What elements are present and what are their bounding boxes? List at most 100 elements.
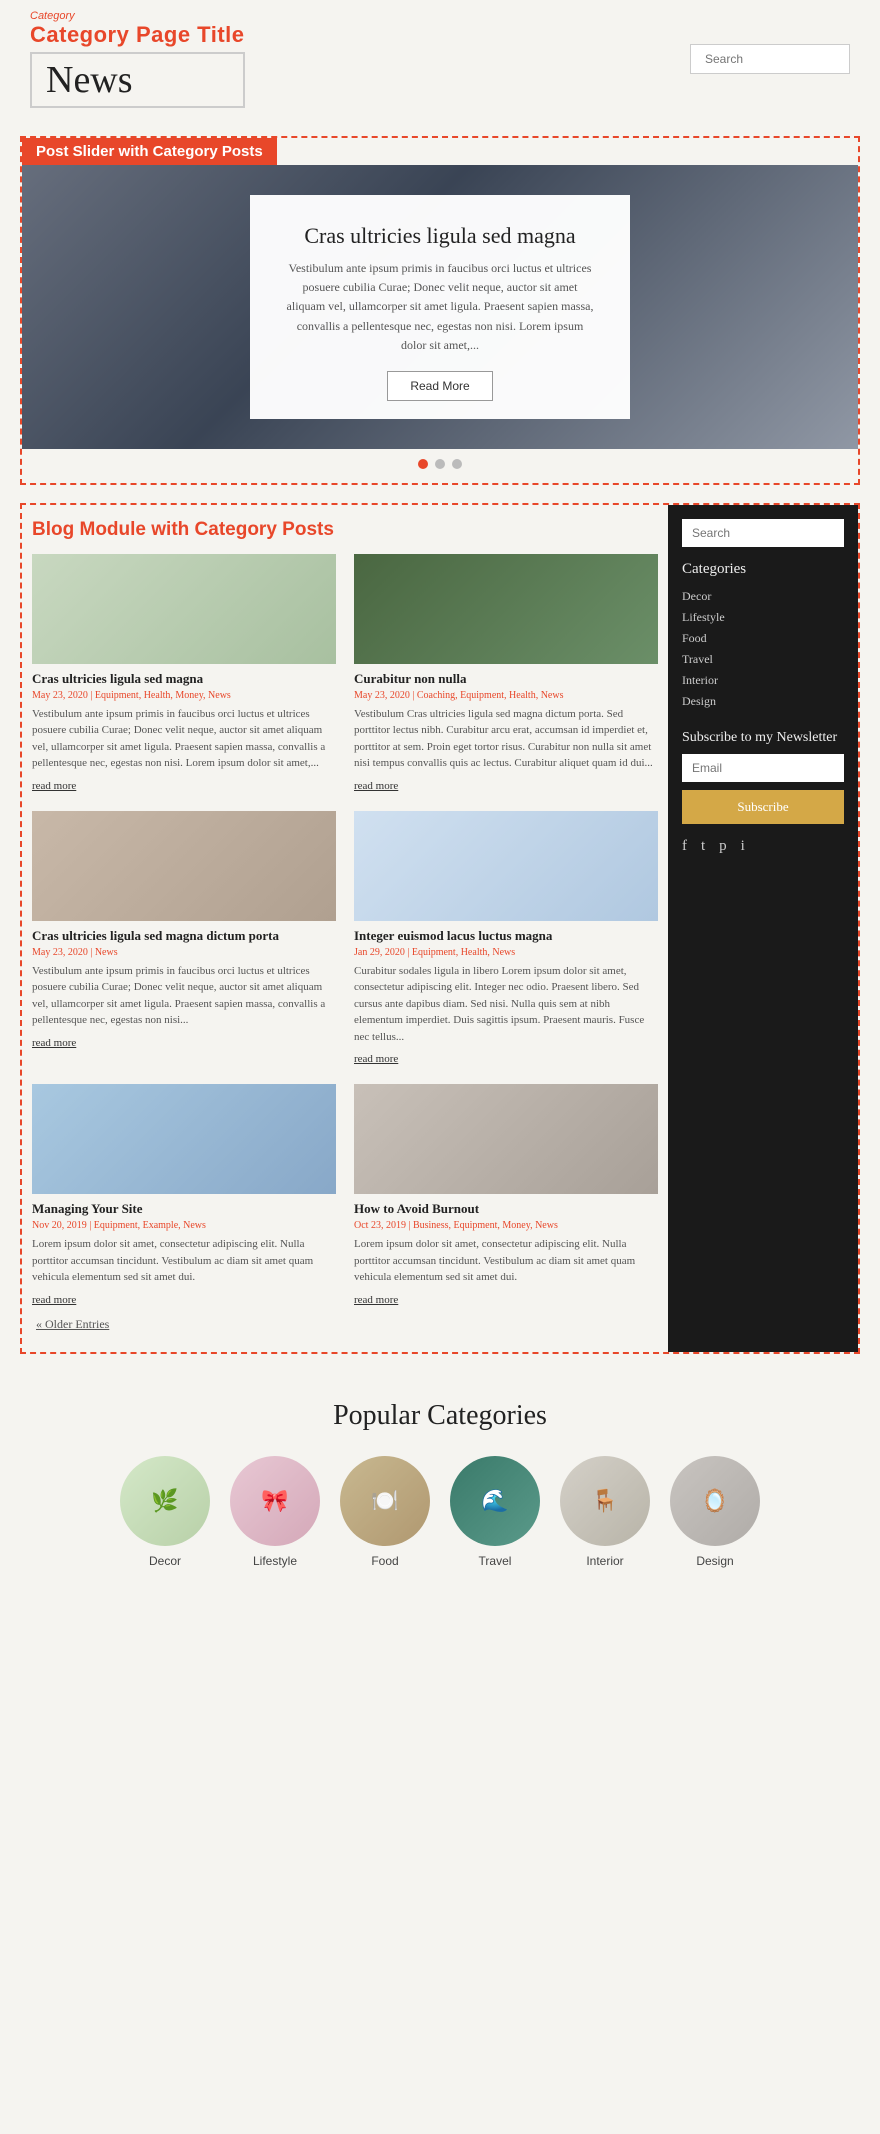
blog-post-2-text: Vestibulum Cras ultricies ligula sed mag… — [354, 706, 658, 772]
popular-circle-decor[interactable]: 🌿 — [120, 1456, 210, 1546]
food-circle-inner: 🍽️ — [340, 1456, 430, 1546]
popular-circle-design[interactable]: 🪞 — [670, 1456, 760, 1546]
slider-dot-2[interactable] — [435, 459, 445, 469]
popular-circle-lifestyle[interactable]: 🎀 — [230, 1456, 320, 1546]
sidebar-category-interior[interactable]: Interior — [682, 670, 844, 691]
older-entries-link[interactable]: « Older Entries — [32, 1307, 658, 1342]
blog-sidebar-section: Blog Module with Category Posts Cras ult… — [20, 503, 860, 1354]
blog-section-label: Blog Module with Category Posts — [32, 519, 658, 542]
blog-post-3-meta: May 23, 2020 | News — [32, 947, 336, 958]
header-search-input[interactable] — [690, 44, 850, 74]
slider-dots — [22, 449, 858, 483]
blog-post-1-text: Vestibulum ante ipsum primis in faucibus… — [32, 706, 336, 772]
blog-post-6-meta: Oct 23, 2019 | Business, Equipment, Mone… — [354, 1220, 658, 1231]
popular-categories-grid: 🌿 Decor 🎀 Lifestyle 🍽️ Food 🌊 Travel 🪑 — [20, 1456, 860, 1568]
blog-post-1-readmore[interactable]: read more — [32, 780, 76, 792]
blog-post-5-image — [32, 1084, 336, 1194]
slider-inner: Cras ultricies ligula sed magna Vestibul… — [22, 165, 858, 449]
blog-post-1-image — [32, 554, 336, 664]
lifestyle-circle-inner: 🎀 — [230, 1456, 320, 1546]
slider-dot-3[interactable] — [452, 459, 462, 469]
sidebar-search-input[interactable] — [682, 519, 844, 547]
interior-circle-inner: 🪑 — [560, 1456, 650, 1546]
popular-item-design: 🪞 Design — [670, 1456, 760, 1568]
category-label: Category — [30, 10, 245, 22]
blog-post-1: Cras ultricies ligula sed magna May 23, … — [32, 554, 336, 793]
blog-post-4-meta: Jan 29, 2020 | Equipment, Health, News — [354, 947, 658, 958]
slider-card-text: Vestibulum ante ipsum primis in faucibus… — [286, 259, 594, 355]
sidebar-category-lifestyle[interactable]: Lifestyle — [682, 607, 844, 628]
blog-grid: Cras ultricies ligula sed magna May 23, … — [32, 554, 658, 1307]
popular-categories-section: Popular Categories 🌿 Decor 🎀 Lifestyle 🍽… — [0, 1372, 880, 1588]
blog-post-5: Managing Your Site Nov 20, 2019 | Equipm… — [32, 1084, 336, 1307]
popular-item-decor: 🌿 Decor — [120, 1456, 210, 1568]
design-circle-inner: 🪞 — [670, 1456, 760, 1546]
slider-card: Cras ultricies ligula sed magna Vestibul… — [250, 195, 630, 419]
sidebar: Categories Decor Lifestyle Food Travel I… — [668, 505, 858, 1352]
slider-dot-1[interactable] — [418, 459, 428, 469]
blog-post-5-readmore[interactable]: read more — [32, 1294, 76, 1306]
blog-post-5-text: Lorem ipsum dolor sit amet, consectetur … — [32, 1236, 336, 1286]
sidebar-categories-title: Categories — [682, 561, 844, 578]
popular-label-food: Food — [371, 1554, 398, 1568]
decor-circle-inner: 🌿 — [120, 1456, 210, 1546]
slider-read-more-button[interactable]: Read More — [387, 371, 492, 401]
popular-item-food: 🍽️ Food — [340, 1456, 430, 1568]
popular-label-interior: Interior — [586, 1554, 623, 1568]
popular-label-lifestyle: Lifestyle — [253, 1554, 297, 1568]
blog-post-4-image — [354, 811, 658, 921]
sidebar-newsletter: Subscribe to my Newsletter Subscribe — [682, 730, 844, 824]
blog-post-1-title: Cras ultricies ligula sed magna — [32, 671, 336, 687]
blog-post-3-text: Vestibulum ante ipsum primis in faucibus… — [32, 963, 336, 1029]
header: Category Category Page Title News — [0, 0, 880, 118]
sidebar-category-decor[interactable]: Decor — [682, 586, 844, 607]
blog-post-2-readmore[interactable]: read more — [354, 780, 398, 792]
slider-section: Post Slider with Category Posts Cras ult… — [20, 136, 860, 485]
blog-post-6-title: How to Avoid Burnout — [354, 1201, 658, 1217]
popular-categories-title: Popular Categories — [20, 1400, 860, 1432]
sidebar-social: f t p i — [682, 838, 844, 855]
popular-label-decor: Decor — [149, 1554, 181, 1568]
popular-circle-travel[interactable]: 🌊 — [450, 1456, 540, 1546]
sidebar-category-design[interactable]: Design — [682, 691, 844, 712]
sidebar-subscribe-button[interactable]: Subscribe — [682, 790, 844, 824]
blog-post-3: Cras ultricies ligula sed magna dictum p… — [32, 811, 336, 1067]
blog-post-4-title: Integer euismod lacus luctus magna — [354, 928, 658, 944]
header-search — [690, 44, 850, 74]
travel-circle-inner: 🌊 — [450, 1456, 540, 1546]
blog-post-3-image — [32, 811, 336, 921]
sidebar-email-input[interactable] — [682, 754, 844, 782]
page-title: Category Page Title — [30, 22, 245, 48]
blog-post-2-meta: May 23, 2020 | Coaching, Equipment, Heal… — [354, 690, 658, 701]
popular-item-interior: 🪑 Interior — [560, 1456, 650, 1568]
instagram-icon[interactable]: i — [741, 838, 745, 855]
blog-section: Blog Module with Category Posts Cras ult… — [22, 505, 668, 1352]
slider-label: Post Slider with Category Posts — [22, 138, 277, 165]
popular-item-travel: 🌊 Travel — [450, 1456, 540, 1568]
twitter-icon[interactable]: t — [701, 838, 705, 855]
blog-post-3-readmore[interactable]: read more — [32, 1037, 76, 1049]
blog-post-5-meta: Nov 20, 2019 | Equipment, Example, News — [32, 1220, 336, 1231]
blog-post-4-readmore[interactable]: read more — [354, 1053, 398, 1065]
blog-post-1-meta: May 23, 2020 | Equipment, Health, Money,… — [32, 690, 336, 701]
sidebar-search — [682, 519, 844, 561]
header-left: Category Category Page Title News — [30, 10, 245, 108]
blog-post-3-title: Cras ultricies ligula sed magna dictum p… — [32, 928, 336, 944]
sidebar-category-food[interactable]: Food — [682, 628, 844, 649]
popular-label-travel: Travel — [479, 1554, 512, 1568]
popular-circle-food[interactable]: 🍽️ — [340, 1456, 430, 1546]
blog-post-4-text: Curabitur sodales ligula in libero Lorem… — [354, 963, 658, 1046]
sidebar-category-travel[interactable]: Travel — [682, 649, 844, 670]
slider-card-title: Cras ultricies ligula sed magna — [286, 223, 594, 249]
sidebar-categories-list: Decor Lifestyle Food Travel Interior Des… — [682, 586, 844, 712]
news-box: News — [30, 52, 245, 108]
popular-circle-interior[interactable]: 🪑 — [560, 1456, 650, 1546]
facebook-icon[interactable]: f — [682, 838, 687, 855]
blog-post-2-title: Curabitur non nulla — [354, 671, 658, 687]
blog-post-4: Integer euismod lacus luctus magna Jan 2… — [354, 811, 658, 1067]
blog-post-2-image — [354, 554, 658, 664]
pinterest-icon[interactable]: p — [719, 838, 727, 855]
blog-post-6-readmore[interactable]: read more — [354, 1294, 398, 1306]
blog-post-2: Curabitur non nulla May 23, 2020 | Coach… — [354, 554, 658, 793]
blog-post-6: How to Avoid Burnout Oct 23, 2019 | Busi… — [354, 1084, 658, 1307]
